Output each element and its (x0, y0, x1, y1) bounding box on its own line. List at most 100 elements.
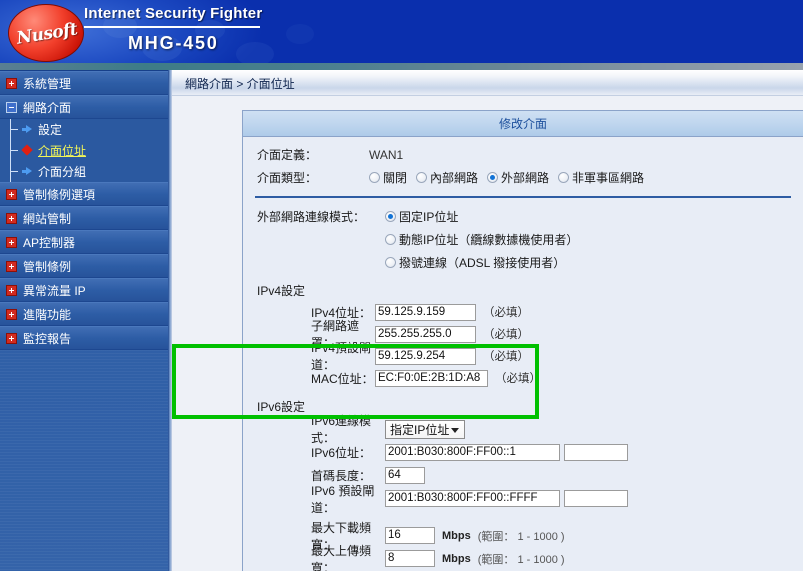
sidebar-item-label: 管制條例選項 (23, 187, 96, 202)
max-download-range: (範圍： 1 - 1000 ) (477, 530, 565, 543)
diamond-marker-icon (22, 146, 33, 155)
ipv6-mode-row: IPv6連線模式： 指定IP位址 (257, 414, 803, 445)
wan-mode-row-1: 外部網路連線模式： 固定IP位址 (257, 205, 803, 228)
radio-label: 動態IP位址（纜線數據機使用者） (399, 233, 579, 247)
sidebar-item-website-control[interactable]: 網站管制 (0, 206, 168, 230)
sidebar-item-interface-group[interactable]: 介面分組 (10, 161, 168, 182)
ipv4-group-title: IPv4設定 (257, 284, 306, 298)
radio-dot-icon (369, 171, 380, 183)
subnet-mask-note: （必填） (483, 329, 529, 341)
ipv6-address-row: IPv6位址： 2001:B030:800F:FF00::1 (257, 441, 803, 464)
app-header: Nusoft Internet Security Fighter MHG-450 (0, 0, 803, 70)
max-upload-row: 最大上傳頻寬： 8 Mbps (範圍： 1 - 1000 ) (257, 544, 803, 571)
plus-icon (6, 260, 17, 272)
sidebar-subitem-label: 介面分組 (38, 165, 87, 179)
max-upload-input[interactable]: 8 (385, 550, 435, 567)
plus-icon (6, 77, 17, 89)
panel-header: 修改介面 (243, 111, 803, 137)
arrow-right-icon (22, 167, 33, 176)
ipv6-address-label: IPv6位址： (311, 446, 372, 460)
sidebar-item-ap-controller[interactable]: AP控制器 (0, 230, 168, 254)
sidebar-item-label: 進階功能 (23, 307, 72, 322)
ipv4-gateway-row: IPv4預設閘道： 59.125.9.254 （必填） (257, 341, 803, 372)
sidebar-item-monitoring-reports[interactable]: 監控報告 (0, 326, 168, 350)
radio-dot-icon (385, 257, 396, 268)
max-upload-units: Mbps (442, 552, 471, 565)
radio-interface-type-disabled[interactable]: 關閉 (369, 169, 407, 186)
minus-icon (6, 101, 17, 113)
breadcrumb-bar: 網路介面 > 介面位址 (172, 70, 803, 96)
radio-interface-type-lan[interactable]: 內部網路 (416, 169, 478, 186)
ipv6-address-input[interactable]: 2001:B030:800F:FF00::1 (385, 444, 560, 461)
panel-body: 介面定義： WAN1 介面類型： 關閉 內部網路 外部網路 非軍事區網路 外部網… (243, 137, 803, 571)
nusoft-logo: Nusoft (8, 4, 84, 62)
interface-definition-label: 介面定義： (257, 148, 318, 162)
max-upload-label: 最大上傳頻寬： (311, 543, 372, 571)
page-title: 修改介面 (498, 117, 547, 131)
max-download-input[interactable]: 16 (385, 527, 435, 544)
ipv6-gateway-input[interactable]: 2001:B030:800F:FF00::FFFF (385, 490, 560, 507)
sidebar-item-network-interface[interactable]: 網路介面 (0, 95, 168, 119)
radio-wan-pppoe[interactable]: 撥號連線（ADSL 撥接使用者） (385, 254, 565, 271)
radio-interface-type-wan[interactable]: 外部網路 (487, 169, 549, 186)
plus-icon (6, 284, 17, 296)
ipv6-gateway-extra-input[interactable] (564, 490, 628, 507)
mac-address-row: MAC位址： EC:F0:0E:2B:1D:A8 （必填） (257, 367, 803, 389)
radio-dot-selected-icon (487, 171, 499, 183)
ipv6-mode-selected-value: 指定IP位址 (390, 422, 450, 437)
radio-interface-type-dmz[interactable]: 非軍事區網路 (558, 169, 644, 186)
sidebar-item-system-management[interactable]: 系統管理 (0, 71, 168, 95)
interface-definition-row: 介面定義： WAN1 (257, 144, 803, 165)
wan-mode-label: 外部網路連線模式： (257, 210, 366, 224)
ipv6-address-extra-input[interactable] (564, 444, 628, 461)
radio-wan-dynamic-ip[interactable]: 動態IP位址（纜線數據機使用者） (385, 231, 578, 248)
sidebar-item-policy[interactable]: 管制條例 (0, 254, 168, 278)
plus-icon (6, 236, 17, 248)
logo-wordmark: Nusoft (15, 19, 79, 49)
sidebar-subgroup-network-interface: 設定 介面位址 介面分組 (0, 119, 168, 182)
sidebar-nav: 系統管理 網路介面 設定 介面位址 介面分組 管制條例選項 網站管制 AP控制器… (0, 70, 168, 571)
sidebar-item-label: 網路介面 (23, 100, 72, 115)
sidebar-item-policy-options[interactable]: 管制條例選項 (0, 182, 168, 206)
plus-icon (6, 212, 17, 224)
sidebar-item-label: 系統管理 (23, 76, 72, 91)
mac-address-input[interactable]: EC:F0:0E:2B:1D:A8 (375, 369, 488, 387)
ipv6-section: IPv6設定 IPv6連線模式： 指定IP位址 IPv6位址： 2001:B03… (243, 389, 803, 515)
wan-mode-row-2: 動態IP位址（纜線數據機使用者） (257, 228, 803, 251)
radio-dot-selected-icon (385, 211, 396, 222)
sidebar-subitem-label: 設定 (38, 123, 63, 137)
mac-address-note: （必填） (495, 373, 541, 385)
plus-icon (6, 308, 17, 320)
ipv4-gateway-input[interactable]: 59.125.9.254 (375, 347, 476, 365)
radio-label: 關閉 (383, 170, 408, 185)
wan-mode-section: 外部網路連線模式： 固定IP位址 動態IP位址（纜線數據機使用者） 撥號連線（A… (243, 205, 803, 274)
main-content: 網路介面 > 介面位址 修改介面 介面定義： WAN1 介面類型： 關閉 內部網… (172, 70, 803, 571)
chevron-down-icon (451, 427, 459, 433)
sidebar-item-label: 異常流量 IP (23, 283, 86, 298)
radio-label: 外部網路 (501, 170, 550, 185)
section-divider (255, 196, 791, 198)
prefix-length-input[interactable]: 64 (385, 467, 425, 484)
ipv4-section: IPv4設定 IPv4位址： 59.125.9.159 （必填） 子網路遮罩： … (243, 274, 803, 389)
radio-label: 非軍事區網路 (572, 170, 645, 185)
breadcrumb: 網路介面 > 介面位址 (185, 77, 295, 91)
sidebar-item-abnormal-traffic-ip[interactable]: 異常流量 IP (0, 278, 168, 302)
radio-dot-icon (385, 234, 396, 245)
sidebar-item-advanced-functions[interactable]: 進階功能 (0, 302, 168, 326)
radio-wan-static-ip[interactable]: 固定IP位址 (385, 208, 458, 225)
ipv4-address-input[interactable]: 59.125.9.159 (375, 303, 476, 321)
interface-definition-value: WAN1 (369, 147, 404, 162)
sidebar-item-label: 監控報告 (23, 331, 72, 346)
ipv6-mode-select[interactable]: 指定IP位址 (385, 419, 465, 439)
app-window: Nusoft Internet Security Fighter MHG-450… (0, 0, 803, 571)
interface-type-label: 介面類型： (257, 170, 318, 185)
wan-mode-row-3: 撥號連線（ADSL 撥接使用者） (257, 251, 803, 274)
plus-icon (6, 188, 17, 200)
arrow-right-icon (22, 125, 33, 134)
plus-icon (6, 332, 17, 344)
ipv6-gateway-row: IPv6 預設閘道： 2001:B030:800F:FF00::FFFF (257, 484, 803, 515)
bandwidth-section: 最大下載頻寬： 16 Mbps (範圍： 1 - 1000 ) 最大上傳頻寬： … (243, 510, 803, 571)
sidebar-item-interface-address[interactable]: 介面位址 (10, 140, 168, 161)
subnet-mask-input[interactable]: 255.255.255.0 (375, 325, 476, 343)
sidebar-item-settings[interactable]: 設定 (10, 119, 168, 140)
